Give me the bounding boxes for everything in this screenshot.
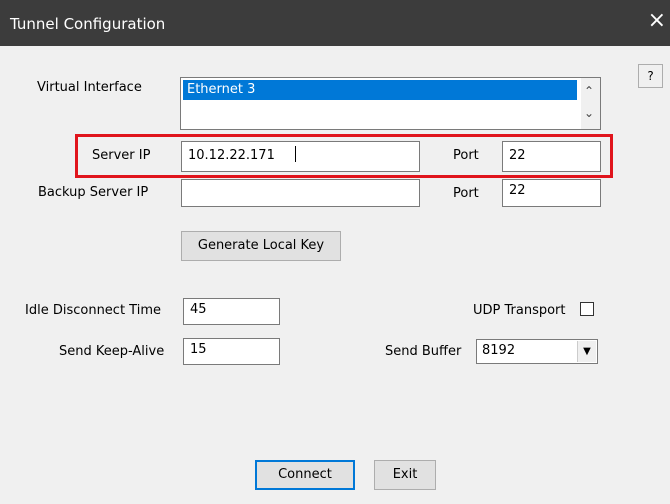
server-ip-label: Server IP <box>92 148 151 163</box>
send-buffer-select[interactable]: 8192 ▼ <box>476 339 598 364</box>
list-item-selected[interactable]: Ethernet 3 <box>183 80 577 100</box>
backup-server-ip-field[interactable] <box>181 179 420 207</box>
title-bar: Tunnel Configuration × <box>0 0 670 46</box>
server-port-label: Port <box>453 148 479 163</box>
window-title: Tunnel Configuration <box>10 15 166 33</box>
chevron-down-icon[interactable]: ⌄ <box>584 106 594 120</box>
udp-transport-checkbox[interactable] <box>580 302 594 316</box>
server-port-field[interactable]: 22 <box>502 141 601 172</box>
generate-local-key-button[interactable]: Generate Local Key <box>181 231 341 261</box>
send-buffer-label: Send Buffer <box>385 344 462 359</box>
send-buffer-value: 8192 <box>482 343 516 358</box>
server-ip-field[interactable]: 10.12.22.171 <box>181 141 420 172</box>
udp-transport-label: UDP Transport <box>473 303 566 318</box>
help-button[interactable]: ? <box>638 64 663 88</box>
chevron-up-icon[interactable]: ⌃ <box>584 84 594 98</box>
virtual-interface-list[interactable]: Ethernet 3 ⌃ ⌄ <box>180 77 601 130</box>
list-scrollbar[interactable]: ⌃ ⌄ <box>581 78 600 129</box>
backup-server-ip-label: Backup Server IP <box>38 185 149 200</box>
send-keepalive-label: Send Keep-Alive <box>59 344 165 359</box>
backup-port-label: Port <box>453 186 479 201</box>
close-icon[interactable]: × <box>648 10 666 32</box>
send-keepalive-field[interactable]: 15 <box>183 338 280 365</box>
exit-button[interactable]: Exit <box>374 460 436 490</box>
connect-button[interactable]: Connect <box>255 460 355 490</box>
virtual-interface-label: Virtual Interface <box>37 80 142 95</box>
backup-port-field[interactable]: 22 <box>502 179 601 207</box>
dropdown-arrow-icon[interactable]: ▼ <box>577 341 596 362</box>
idle-disconnect-label: Idle Disconnect Time <box>25 303 161 318</box>
idle-disconnect-field[interactable]: 45 <box>183 298 280 325</box>
text-caret <box>295 146 296 162</box>
